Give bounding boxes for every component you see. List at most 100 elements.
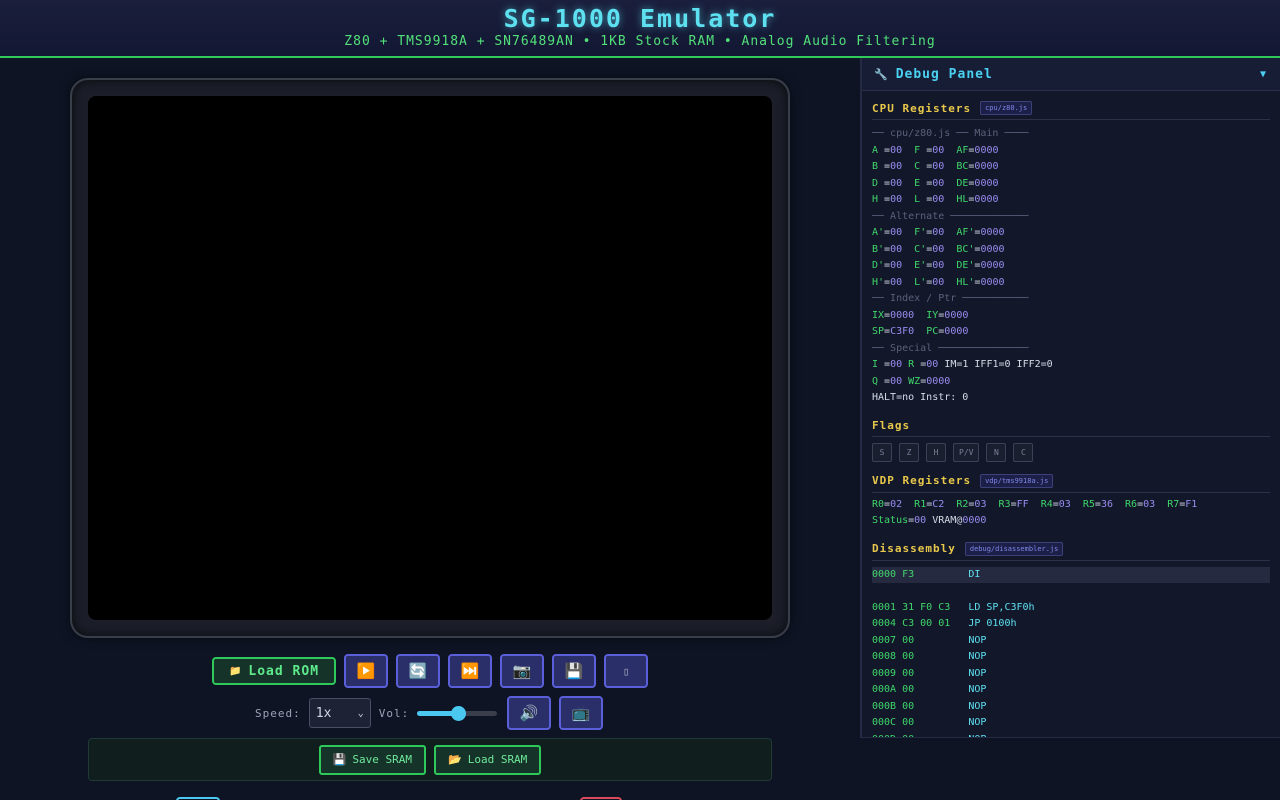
register-name: E (914, 177, 927, 189)
display-button[interactable]: 📺 (559, 696, 604, 730)
register-name: HL' (956, 276, 975, 288)
save-icon: 💾 (564, 662, 584, 680)
vdp-registers-heading: VDP Registers vdp/tms9918a.js (872, 473, 1270, 493)
save-sram-button[interactable]: 💾 Save SRAM (318, 744, 426, 775)
load-rom-label: Load ROM (248, 663, 320, 679)
register-name: DE' (956, 260, 975, 271)
control-bar: 📁 Load ROM ▶️ 🔄 ⏭️ 📷 💾 ▯ (212, 654, 648, 688)
floppy-icon: 💾 (332, 753, 347, 766)
register-value: 0000 (944, 326, 969, 337)
register-name: C (914, 161, 927, 172)
vdp-register-value: 03 (1143, 498, 1156, 510)
speed-select[interactable]: 1x ⌄ (308, 698, 371, 728)
vdp-source-tag: vdp/tms9918a.js (980, 473, 1054, 488)
volume-thumb[interactable] (450, 706, 466, 721)
disassembly-line: 0008 00 NOP (872, 649, 1270, 666)
register-value: C3F0 (890, 326, 915, 337)
emulator-screen[interactable] (88, 96, 772, 620)
register-line: D =00 E =00 DE=0000 (872, 177, 999, 189)
disassembly-mnemonic: NOP (968, 667, 987, 679)
register-value: 0000 (980, 276, 1005, 288)
register-line: D'=00 E'=00 DE'=0000 (872, 260, 1005, 271)
separator-special: ── Special ─────────────── (872, 342, 1029, 354)
vdp-register-name: R3 (998, 498, 1011, 510)
register-name: IX (872, 309, 885, 321)
register-value: 00 (890, 194, 903, 205)
register-line: A'=00 F'=00 AF'=0000 (872, 227, 1005, 238)
debug-panel-header[interactable]: 🔧 Debug Panel ▼ (862, 58, 1280, 91)
separator-alternate: ── Alternate ───────────── (872, 210, 1029, 222)
speaker-icon: 🔊 (519, 704, 539, 722)
register-value: 00 (932, 276, 945, 288)
disassembly-address: 0000 F3 (872, 568, 969, 580)
register-name: BC' (956, 243, 975, 255)
disassembly-line: 0001 31 F0 C3 LD SP,C3F0h (872, 600, 1270, 617)
disassembly-address: 000A 00 (872, 684, 969, 695)
flags-title: Flags (872, 418, 911, 432)
disassembly-line (872, 583, 1270, 600)
vdp-register-name: R1 (914, 498, 927, 510)
register-value: 00 (932, 144, 945, 156)
volume-slider[interactable] (417, 703, 498, 723)
flag-z: Z (899, 442, 919, 462)
disassembly-address: 0004 C3 00 01 (872, 618, 969, 629)
load-rom-button[interactable]: 📁 Load ROM (212, 657, 336, 685)
screenshot-button[interactable]: 📷 (500, 654, 544, 688)
register-name: PC (926, 326, 939, 337)
vdp-register-value: 36 (1100, 498, 1113, 510)
register-name: A (872, 144, 885, 156)
disassembly-mnemonic: NOP (968, 634, 987, 646)
extra-button[interactable]: ▯ (604, 654, 648, 688)
vdp-register-name: R4 (1040, 498, 1053, 510)
register-value: 00 (932, 161, 945, 172)
register-value: 0000 (974, 194, 999, 205)
disassembly-line: 0009 00 NOP (872, 666, 1270, 683)
disassembly-address: 000B 00 (872, 700, 969, 712)
register-name: E' (914, 260, 927, 271)
flags-heading: Flags (872, 419, 1270, 437)
audio-button[interactable]: 🔊 (507, 696, 552, 730)
play-icon: ▶️ (356, 662, 376, 680)
save-state-button[interactable]: 💾 (552, 654, 596, 688)
flag-c: C (1013, 442, 1034, 462)
register-name: A' (872, 227, 885, 238)
register-value: 0000 (944, 309, 969, 321)
register-name: C' (914, 243, 927, 255)
cpu-source-tag: cpu/z80.js (980, 101, 1033, 115)
register-value: 00 (932, 177, 945, 189)
vdp-registers-title: VDP Registers (872, 474, 972, 487)
register-name: H' (872, 276, 885, 288)
disassembly-mnemonic: JP 0100h (968, 618, 1017, 629)
disassembly-address: 0001 31 F0 C3 (872, 601, 969, 613)
register-name: DE (956, 177, 969, 189)
register-name: B (872, 161, 885, 172)
unknown-icon: ▯ (622, 664, 630, 678)
fast-forward-button[interactable]: ⏭️ (448, 654, 492, 688)
collapse-caret-icon[interactable]: ▼ (1260, 69, 1266, 80)
disassembly-address: 000D 00 (872, 734, 968, 738)
disassembler-source-tag: debug/disassembler.js (964, 541, 1064, 556)
disassembly-mnemonic: DI (968, 568, 981, 580)
vdp-register-name: R5 (1082, 498, 1095, 510)
play-button[interactable]: ▶️ (344, 654, 388, 688)
reset-button[interactable]: 🔄 (396, 654, 440, 688)
register-line: B'=00 C'=00 BC'=0000 (872, 243, 1005, 255)
register-value: 00 (932, 227, 945, 238)
speed-label: Speed: (255, 706, 301, 720)
screen-bezel (70, 78, 790, 638)
disassembly-line: 000D 00 NOP (872, 732, 1270, 738)
disassembly-address: 0009 00 (872, 667, 969, 679)
disassembly-address: 000C 00 (872, 717, 969, 728)
cpu-registers-heading: CPU Registers cpu/z80.js (872, 101, 1270, 120)
disassembly-line: 000B 00 NOP (872, 699, 1270, 716)
load-sram-button[interactable]: 📂 Load SRAM (434, 744, 542, 775)
register-name: D' (872, 260, 885, 271)
register-value: 00 (890, 227, 903, 238)
volume-label: Vol: (378, 706, 410, 720)
register-line: H'=00 L'=00 HL'=0000 (872, 276, 1005, 288)
debug-panel: 🔧 Debug Panel ▼ CPU Registers cpu/z80.js… (860, 58, 1280, 738)
register-value: 0000 (980, 227, 1005, 238)
disassembly-mnemonic: NOP (968, 684, 987, 695)
wrench-icon: 🔧 (874, 67, 888, 81)
special-register-line: I =00 R =00 IM=1 IFF1=0 IFF2=0 (872, 359, 1053, 370)
